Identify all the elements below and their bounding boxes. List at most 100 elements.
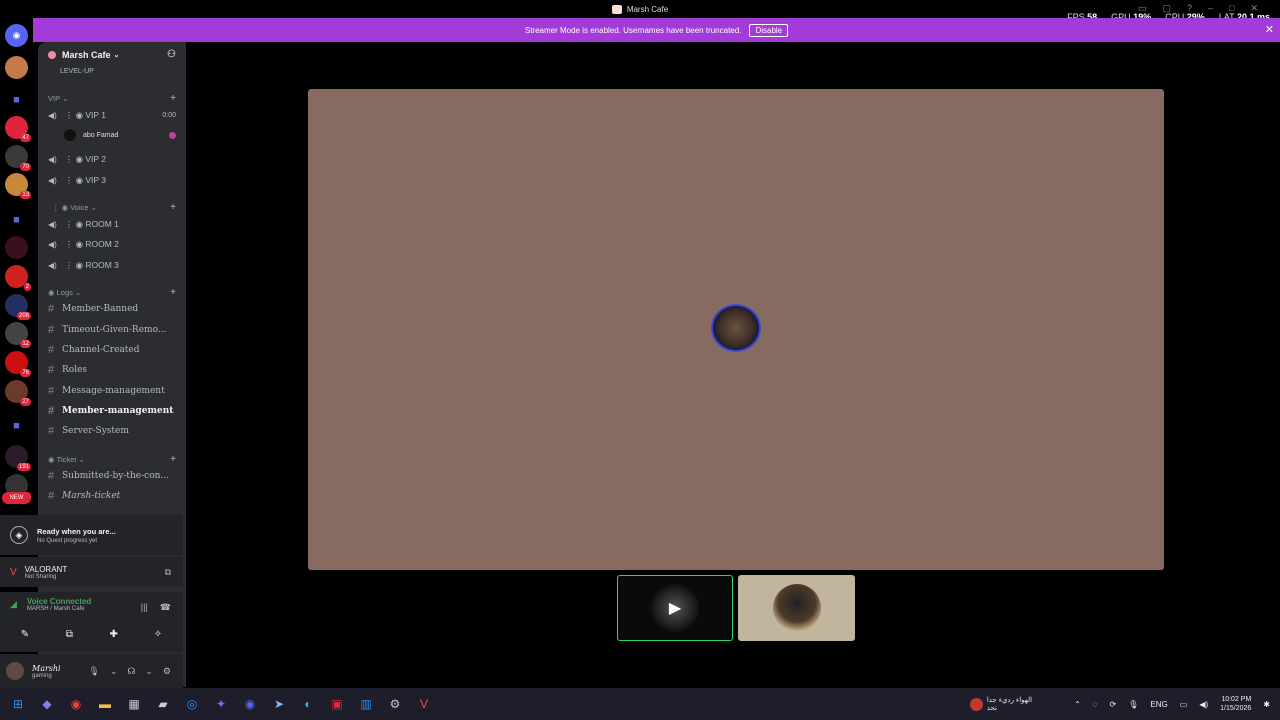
- channel-partial[interactable]: LEVEL-UP: [38, 66, 186, 76]
- hash-icon: #: [48, 344, 55, 356]
- voice-location[interactable]: MARSH / Marsh Cafe: [27, 606, 91, 612]
- text-channel-unread[interactable]: # Member-management: [38, 403, 186, 419]
- category-vip[interactable]: VIP ⌄ +: [38, 90, 186, 106]
- text-channel[interactable]: # Marsh-ticket: [38, 488, 186, 504]
- server-icon[interactable]: 2: [5, 265, 31, 291]
- folder-icon[interactable]: ■: [5, 88, 28, 111]
- add-channel-icon[interactable]: +: [170, 454, 176, 465]
- disable-button[interactable]: Disable: [749, 23, 789, 37]
- start-icon[interactable]: ⊞: [7, 693, 29, 715]
- server-icon[interactable]: 70: [5, 145, 31, 171]
- user-panel: Marshi gaming 🎙︎ ⌄ ☊ ⌄ ⚙: [0, 654, 183, 688]
- folder-icon[interactable]: ■: [5, 414, 28, 437]
- tray-icon[interactable]: ◌: [1093, 700, 1098, 709]
- noise-suppression-icon[interactable]: |||: [141, 602, 148, 613]
- weather-widget[interactable]: الهواء رديء جدا تحذ: [969, 696, 1032, 712]
- activities-icon[interactable]: ✚: [99, 625, 129, 643]
- app-icon[interactable]: ⚙: [384, 693, 406, 715]
- chevron-down-icon[interactable]: ⌄: [110, 666, 118, 677]
- voice-status[interactable]: Voice Connected: [27, 597, 91, 606]
- system-tray: الهواء رديء جدا تحذ ⌃ ◌ ⟳ 🎙︎ ENG ▭ ◀) 10…: [969, 688, 1270, 720]
- voice-channel-room3[interactable]: ◀) ⋮ ◉ ROOM 3: [38, 257, 186, 273]
- add-channel-icon[interactable]: +: [170, 287, 176, 298]
- add-member-icon[interactable]: ⚇: [167, 49, 176, 60]
- app-icon[interactable]: ▥: [355, 693, 377, 715]
- server-icon[interactable]: 76: [5, 351, 31, 377]
- copilot-icon[interactable]: ✦: [210, 693, 232, 715]
- voice-channel-room2[interactable]: ◀) ⋮ ◉ ROOM 2: [38, 236, 186, 252]
- file-explorer-icon[interactable]: ▬: [94, 693, 116, 715]
- activity-panel[interactable]: V VALORANT Not Sharing ⧉: [0, 557, 183, 587]
- voice-channel-vip3[interactable]: ◀) ⋮ ◉ VIP 3: [38, 172, 186, 188]
- signal-icon[interactable]: ◢: [10, 599, 17, 610]
- server-icon[interactable]: 27: [5, 380, 31, 406]
- voice-channel-vip2[interactable]: ◀) ⋮ ◉ VIP 2: [38, 151, 186, 167]
- pen-icon[interactable]: ✎: [10, 625, 40, 643]
- category-ticket[interactable]: ◉ Ticket ⌄ +: [38, 451, 186, 467]
- hash-icon: #: [48, 303, 55, 315]
- avatar[interactable]: [6, 662, 24, 680]
- speaker-icon: ◀): [48, 260, 57, 270]
- network-icon[interactable]: ▭: [1180, 700, 1188, 709]
- server-icon[interactable]: 13: [5, 173, 31, 199]
- server-icon[interactable]: [5, 56, 28, 79]
- server-icon[interactable]: 47: [5, 116, 31, 142]
- steam-icon[interactable]: ➤: [268, 693, 290, 715]
- server-icon[interactable]: 12: [5, 322, 31, 348]
- text-channel[interactable]: # Member-Banned: [38, 301, 186, 317]
- app-icon[interactable]: ▰: [152, 693, 174, 715]
- microphone-icon[interactable]: 🎙︎: [88, 666, 99, 677]
- language-indicator[interactable]: ENG: [1150, 700, 1167, 709]
- text-channel[interactable]: # Message-management: [38, 383, 186, 399]
- valorant-icon[interactable]: V: [413, 693, 435, 715]
- server-icon[interactable]: 208: [5, 294, 31, 320]
- close-icon[interactable]: ✕: [1265, 23, 1274, 36]
- clock[interactable]: 10:02 PM 1/15/2026: [1220, 695, 1251, 713]
- category-logs[interactable]: ◉ Logs ⌄ +: [38, 284, 186, 300]
- chevron-up-icon[interactable]: ⌃: [1074, 700, 1081, 709]
- notification-icon[interactable]: ✱: [1263, 700, 1270, 709]
- microphone-icon[interactable]: 🎙︎: [1128, 700, 1138, 709]
- folder-icon[interactable]: ■: [5, 208, 28, 231]
- voice-channel-vip1[interactable]: ◀) ⋮ ◉ VIP 1 0:00: [38, 107, 186, 123]
- soundboard-icon[interactable]: ✧: [143, 625, 173, 643]
- tray-icon[interactable]: ⟳: [1110, 700, 1117, 709]
- server-icon[interactable]: 191: [5, 445, 31, 471]
- chevron-down-icon[interactable]: ⌄: [145, 666, 153, 677]
- teams-icon[interactable]: ◆: [36, 693, 58, 715]
- call-timer: 0:00: [162, 111, 176, 119]
- mention-badge: 47: [20, 134, 31, 142]
- text-channel[interactable]: # Roles: [38, 362, 186, 378]
- voice-user[interactable]: abo Famad: [38, 127, 186, 143]
- app-icon[interactable]: ▣: [326, 693, 348, 715]
- quest-panel[interactable]: ◈ Ready when you are... No Quest progres…: [0, 515, 183, 555]
- add-channel-icon[interactable]: +: [170, 93, 176, 104]
- voice-channel-room1[interactable]: ◀) ⋮ ◉ ROOM 1: [38, 216, 186, 232]
- chrome-icon[interactable]: ◉: [65, 693, 87, 715]
- text-channel[interactable]: # Submitted-by-the-con...: [38, 468, 186, 484]
- server-icon[interactable]: [5, 236, 28, 259]
- screen-share-icon[interactable]: ⧉: [165, 567, 171, 578]
- edge-icon[interactable]: ◎: [181, 693, 203, 715]
- discord-app: Marsh Cafe ▭ ▢ ? – □ ✕ FPS 58 GPU 19% CP…: [0, 0, 1280, 720]
- category-voice[interactable]: ⋮ ◉ Voice ⌄ +: [38, 199, 186, 215]
- headphones-icon[interactable]: ☊: [127, 666, 135, 677]
- discord-icon[interactable]: ◉: [239, 693, 261, 715]
- add-channel-icon[interactable]: +: [170, 202, 176, 213]
- settings-gear-icon[interactable]: ⚙: [163, 666, 171, 677]
- text-channel[interactable]: # Timeout-Given-Remo...: [38, 322, 186, 338]
- new-badge[interactable]: NEW: [2, 492, 31, 504]
- edge-icon[interactable]: ◐: [297, 693, 319, 715]
- participant-tile[interactable]: ▶: [617, 575, 733, 641]
- disconnect-icon[interactable]: ☎: [160, 602, 171, 613]
- guild-header[interactable]: Marsh Cafe ⌄ ⚇: [38, 42, 186, 68]
- text-channel[interactable]: # Channel-Created: [38, 342, 186, 358]
- live-icon: [169, 131, 176, 139]
- volume-icon[interactable]: ◀): [1199, 700, 1208, 709]
- username[interactable]: Marshi: [32, 664, 61, 673]
- home-discord-icon[interactable]: ◉: [5, 24, 28, 47]
- screen-share-icon[interactable]: ⧉: [54, 625, 84, 643]
- store-icon[interactable]: ▦: [123, 693, 145, 715]
- text-channel[interactable]: # Server-System: [38, 423, 186, 439]
- participant-tile[interactable]: [738, 575, 855, 641]
